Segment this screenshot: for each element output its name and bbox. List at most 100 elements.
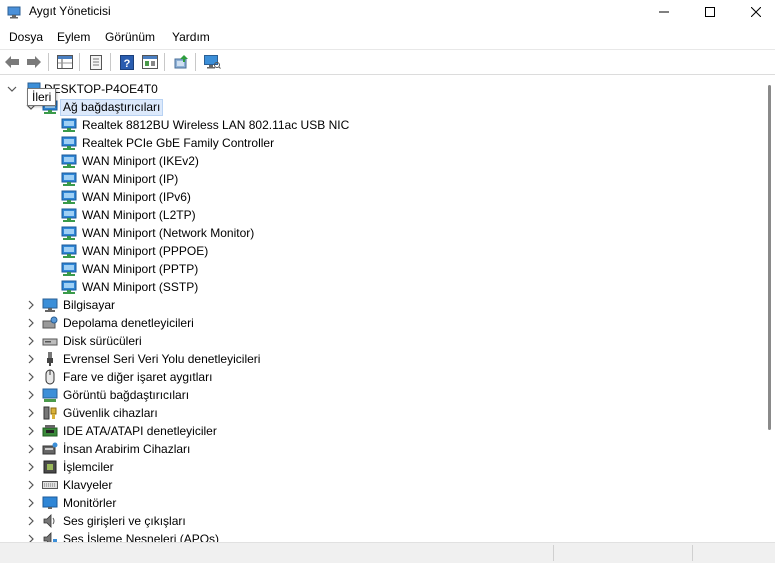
chevron-right-icon[interactable] [26,336,36,346]
network-adapter-icon [61,118,77,132]
root-label: DESKTOP-P4OE4T0 [44,82,158,96]
chevron-right-icon[interactable] [26,300,36,310]
chevron-right-icon[interactable] [26,390,36,400]
network-adapter-icon [61,280,77,294]
properties-grid-button[interactable] [56,53,74,71]
update-driver-button[interactable] [172,53,190,71]
chevron-right-icon[interactable] [26,498,36,508]
properties-grid-icon [57,55,73,69]
network-adapter-item[interactable]: WAN Miniport (Network Monitor) [0,224,760,242]
network-adapter-item[interactable]: WAN Miniport (SSTP) [0,278,760,296]
forward-button[interactable] [25,53,43,71]
network-adapter-icon [61,172,77,186]
network-adapter-label: WAN Miniport (PPPOE) [82,244,209,258]
chevron-right-icon[interactable] [26,426,36,436]
forward-icon [27,56,41,68]
category-label: Monitörler [63,496,117,510]
display-adapter-icon [42,388,58,402]
toolbar-separator [48,53,49,71]
category-label: Klavyeler [63,478,113,492]
network-adapter-item[interactable]: WAN Miniport (PPTP) [0,260,760,278]
scan-hardware-button[interactable] [203,53,221,71]
status-pane [692,545,775,561]
category-label: Fare ve diğer işaret aygıtları [63,370,213,384]
chevron-right-icon[interactable] [26,354,36,364]
menu-eylem[interactable]: Eylem [57,30,90,44]
network-adapter-item[interactable]: WAN Miniport (PPPOE) [0,242,760,260]
category-label: Ses İşleme Nesneleri (APOs) [63,532,220,542]
status-pane [553,545,692,561]
device-category[interactable]: Bilgisayar [0,296,760,314]
device-category[interactable]: Fare ve diğer işaret aygıtları [0,368,760,386]
category-label: İnsan Arabirim Cihazları [63,442,191,456]
network-adapter-item[interactable]: WAN Miniport (IP) [0,170,760,188]
category-label: IDE ATA/ATAPI denetleyiciler [63,424,217,438]
chevron-right-icon[interactable] [26,318,36,328]
device-category[interactable]: İnsan Arabirim Cihazları [0,440,760,458]
audio-processing-icon [43,532,57,542]
network-adapter-item[interactable]: Realtek PCIe GbE Family Controller [0,134,760,152]
menu-dosya[interactable]: Dosya [9,30,43,44]
menu-gorunum[interactable]: Görünüm [105,30,155,44]
chevron-right-icon[interactable] [26,534,36,542]
chevron-right-icon[interactable] [26,516,36,526]
device-category[interactable]: Ses girişleri ve çıkışları [0,512,760,530]
speaker-icon [43,514,55,528]
device-category[interactable]: Evrensel Seri Veri Yolu denetleyicileri [0,350,760,368]
chevron-right-icon[interactable] [26,444,36,454]
scrollbar-thumb[interactable] [768,85,771,430]
menu-yardim[interactable]: Yardım [172,30,210,44]
chevron-right-icon[interactable] [26,408,36,418]
back-button[interactable] [3,53,21,71]
menu-bar: Dosya Eylem Görünüm Yardım [0,26,775,48]
category-label: Ses girişleri ve çıkışları [63,514,186,528]
network-adapter-label: WAN Miniport (PPTP) [82,262,199,276]
document-icon [90,54,102,70]
network-adapter-label: WAN Miniport (IKEv2) [82,154,199,168]
view-button[interactable] [141,53,159,71]
vertical-scrollbar[interactable] [765,75,775,542]
processor-icon [43,460,57,474]
category-label: Evrensel Seri Veri Yolu denetleyicileri [63,352,261,366]
chevron-right-icon[interactable] [26,462,36,472]
network-adapter-item[interactable]: WAN Miniport (L2TP) [0,206,760,224]
device-category[interactable]: Klavyeler [0,476,760,494]
network-adapter-item[interactable]: WAN Miniport (IKEv2) [0,152,760,170]
chevron-right-icon[interactable] [26,480,36,490]
minimize-icon [659,11,669,13]
device-category[interactable]: IDE ATA/ATAPI denetleyiciler [0,422,760,440]
device-manager-icon [7,6,21,19]
tree-root[interactable]: DESKTOP-P4OE4T0 [0,80,760,98]
help-button[interactable]: ? [118,53,136,71]
maximize-button[interactable] [687,0,733,24]
network-adapter-label: Realtek PCIe GbE Family Controller [82,136,275,150]
network-adapter-icon [61,136,77,150]
device-category[interactable]: Disk sürücüleri [0,332,760,350]
device-tree: DESKTOP-P4OE4T0 Ağ bağdaştırıcıları Real… [0,75,765,542]
network-adapter-icon [61,208,77,222]
device-category[interactable]: Güvenlik cihazları [0,404,760,422]
network-adapter-item[interactable]: WAN Miniport (IPv6) [0,188,760,206]
category-network-adapters[interactable]: Ağ bağdaştırıcıları [0,98,760,116]
update-driver-icon [174,55,188,69]
device-category[interactable]: İşlemciler [0,458,760,476]
category-label: Disk sürücüleri [63,334,142,348]
disk-drive-icon [42,338,58,346]
toolbar: ? [0,49,775,75]
chevron-right-icon[interactable] [26,372,36,382]
category-label: Güvenlik cihazları [63,406,158,420]
device-category[interactable]: Ses İşleme Nesneleri (APOs) [0,530,760,542]
close-button[interactable] [733,0,775,24]
network-adapter-item[interactable]: Realtek 8812BU Wireless LAN 802.11ac USB… [0,116,760,134]
network-adapter-label: Realtek 8812BU Wireless LAN 802.11ac USB… [82,118,350,132]
document-button[interactable] [87,53,105,71]
device-category[interactable]: Depolama denetleyicileri [0,314,760,332]
device-category[interactable]: Monitörler [0,494,760,512]
computer-icon [42,298,58,312]
device-category[interactable]: Görüntü bağdaştırıcıları [0,386,760,404]
toolbar-separator [79,53,80,71]
chevron-down-icon[interactable] [7,84,17,94]
usb-icon [47,352,53,366]
toolbar-separator [110,53,111,71]
minimize-button[interactable] [641,0,687,24]
